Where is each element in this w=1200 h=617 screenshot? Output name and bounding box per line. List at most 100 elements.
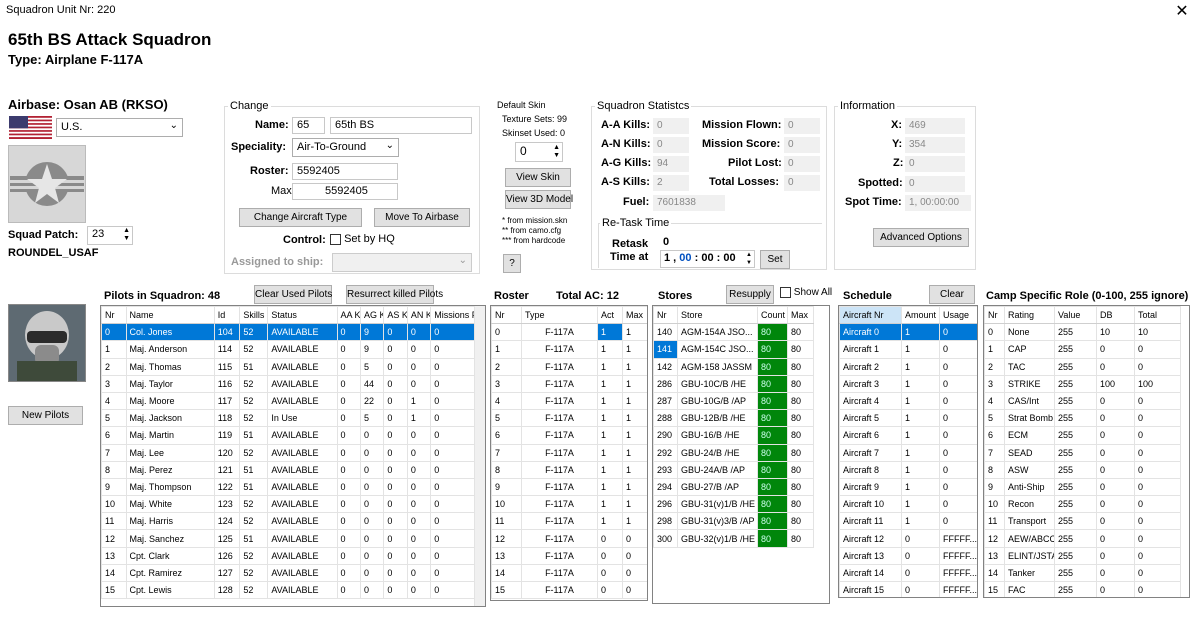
- table-cell[interactable]: GBU-10G/B /AP: [677, 391, 758, 411]
- table-cell[interactable]: 0: [406, 374, 432, 393]
- table-row[interactable]: 6 F-117A 1 1: [491, 426, 647, 445]
- table-cell[interactable]: Aircraft 6: [839, 426, 902, 445]
- table-cell[interactable]: AGM-158 JASSM: [677, 357, 758, 376]
- table-cell[interactable]: 0: [406, 460, 432, 479]
- table-cell[interactable]: GBU-31(v)1/B /HE: [677, 495, 758, 514]
- table-cell[interactable]: 117: [213, 391, 241, 411]
- table-cell[interactable]: 0: [622, 529, 647, 548]
- table-cell[interactable]: 0: [1134, 546, 1181, 565]
- table-cell[interactable]: 1: [901, 512, 940, 531]
- table-row[interactable]: Aircraft 910: [839, 477, 977, 497]
- table-cell[interactable]: 1: [597, 340, 623, 359]
- table-cell[interactable]: 4: [491, 391, 522, 411]
- table-cell[interactable]: 0: [1096, 529, 1135, 548]
- table-cell[interactable]: ASW: [1004, 460, 1055, 479]
- table-cell[interactable]: AGM-154A JSO...: [677, 323, 758, 342]
- table-cell[interactable]: 1: [597, 409, 623, 428]
- table-cell[interactable]: 0: [1096, 357, 1135, 376]
- table-cell[interactable]: 52: [239, 563, 269, 583]
- table-cell[interactable]: 1: [901, 477, 940, 497]
- column-header[interactable]: Nr: [984, 306, 1005, 325]
- table-cell[interactable]: F-117A: [521, 340, 598, 359]
- table-cell[interactable]: 1: [901, 374, 940, 393]
- table-cell[interactable]: 0: [430, 374, 476, 393]
- table-cell[interactable]: 0: [406, 323, 432, 342]
- table-cell[interactable]: Col. Jones: [125, 323, 215, 342]
- table-row[interactable]: Aircraft 410: [839, 391, 977, 411]
- table-cell[interactable]: F-117A: [521, 546, 598, 565]
- table-row[interactable]: 10 Recon 255 0 0: [984, 495, 1181, 514]
- table-cell[interactable]: F-117A: [521, 477, 598, 497]
- table-cell[interactable]: STRIKE: [1004, 374, 1055, 393]
- table-cell[interactable]: 0: [359, 529, 385, 548]
- view-skin-button[interactable]: View Skin: [505, 168, 571, 187]
- table-cell[interactable]: 0: [1134, 563, 1181, 583]
- table-row[interactable]: 3 Maj. Taylor 116 52 AVAILABLE 0 44 0 0 0: [101, 374, 476, 393]
- time-minute[interactable]: 00: [701, 252, 713, 264]
- table-cell[interactable]: 0: [622, 580, 647, 600]
- table-cell[interactable]: F-117A: [521, 374, 598, 393]
- column-header[interactable]: Name: [125, 306, 215, 325]
- table-cell[interactable]: 52: [239, 391, 269, 411]
- table-cell[interactable]: 13: [101, 546, 127, 565]
- table-cell[interactable]: 80: [787, 529, 814, 548]
- table-cell[interactable]: 52: [239, 580, 269, 600]
- table-cell[interactable]: 52: [239, 323, 269, 342]
- column-header[interactable]: AN Kills: [406, 306, 432, 325]
- table-cell[interactable]: 11: [984, 512, 1005, 531]
- table-row[interactable]: 1 F-117A 1 1: [491, 340, 647, 359]
- table-cell[interactable]: 0: [383, 546, 408, 565]
- table-cell[interactable]: 6: [101, 426, 127, 445]
- table-cell[interactable]: 0: [383, 477, 408, 497]
- table-cell[interactable]: 80: [757, 323, 788, 342]
- table-cell[interactable]: 0: [359, 477, 385, 497]
- pilots-scrollbar[interactable]: [474, 306, 485, 606]
- table-cell[interactable]: 9: [984, 477, 1005, 497]
- table-cell[interactable]: 0: [939, 512, 977, 531]
- table-cell[interactable]: 51: [239, 477, 269, 497]
- table-cell[interactable]: FAC: [1004, 580, 1055, 597]
- table-row[interactable]: Aircraft 310: [839, 374, 977, 393]
- table-cell[interactable]: 1: [901, 391, 940, 411]
- table-cell[interactable]: 0: [939, 443, 977, 462]
- table-cell[interactable]: 5: [984, 409, 1005, 428]
- table-cell[interactable]: Aircraft 5: [839, 409, 902, 428]
- table-cell[interactable]: 0: [336, 460, 361, 479]
- table-cell[interactable]: 0: [597, 580, 623, 600]
- table-cell[interactable]: 120: [213, 443, 241, 462]
- table-cell[interactable]: 118: [213, 409, 241, 428]
- table-cell[interactable]: 80: [787, 443, 814, 462]
- table-cell[interactable]: F-117A: [521, 443, 598, 462]
- table-cell[interactable]: 0: [1096, 495, 1135, 514]
- table-cell[interactable]: 52: [239, 409, 269, 428]
- table-cell[interactable]: 1: [597, 460, 623, 479]
- column-header[interactable]: Max: [787, 306, 814, 325]
- table-cell[interactable]: F-117A: [521, 529, 598, 548]
- table-row[interactable]: 286 GBU-10C/B /HE 80 80: [653, 374, 814, 393]
- table-cell[interactable]: Maj. White: [125, 495, 215, 514]
- column-header[interactable]: Rating: [1004, 306, 1055, 325]
- table-cell[interactable]: AVAILABLE: [267, 546, 338, 565]
- table-cell[interactable]: Aircraft 14: [839, 563, 902, 583]
- table-row[interactable]: 141 AGM-154C JSO... 80 80: [653, 340, 814, 359]
- table-cell[interactable]: 0: [430, 495, 476, 514]
- table-row[interactable]: 4 CAS/Int 255 0 0: [984, 391, 1181, 411]
- table-cell[interactable]: F-117A: [521, 580, 598, 600]
- table-cell[interactable]: 255: [1054, 529, 1097, 548]
- name-field[interactable]: 65th BS: [330, 117, 472, 134]
- table-cell[interactable]: 1: [597, 374, 623, 393]
- table-cell[interactable]: 0: [622, 563, 647, 583]
- table-cell[interactable]: 114: [213, 340, 241, 359]
- table-cell[interactable]: 0: [1096, 340, 1135, 359]
- table-cell[interactable]: 0: [430, 391, 476, 411]
- table-cell[interactable]: 1: [597, 512, 623, 531]
- table-row[interactable]: 13 Cpt. Clark 126 52 AVAILABLE 0 0 0 0 0: [101, 546, 476, 565]
- table-cell[interactable]: 0: [406, 443, 432, 462]
- table-cell[interactable]: 255: [1054, 477, 1097, 497]
- time-at-picker[interactable]: 1 , 00 : 00 : 00 ▲ ▼: [660, 250, 755, 268]
- table-cell[interactable]: Maj. Sanchez: [125, 529, 215, 548]
- view-3d-model-button[interactable]: View 3D Model: [505, 190, 573, 209]
- table-cell[interactable]: 255: [1054, 563, 1097, 583]
- table-row[interactable]: 9 F-117A 1 1: [491, 477, 647, 497]
- table-cell[interactable]: 52: [239, 495, 269, 514]
